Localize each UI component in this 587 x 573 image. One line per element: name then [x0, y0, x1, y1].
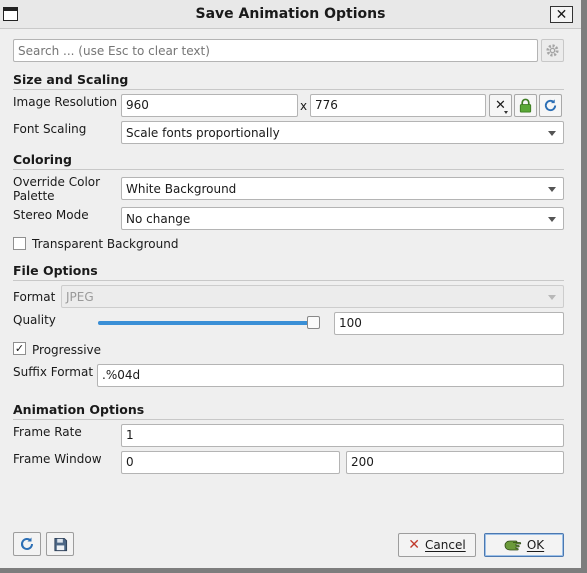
quality-slider-fill [98, 321, 320, 325]
chevron-down-icon [548, 131, 556, 136]
ok-button[interactable]: OK [484, 533, 564, 557]
frame-window-label: Frame Window [13, 452, 102, 466]
coloring-header: Coloring [13, 152, 564, 170]
ok-button-label: OK [526, 538, 545, 552]
file-options-header: File Options [13, 263, 564, 281]
frame-rate-input[interactable]: 1 [121, 424, 564, 447]
chevron-down-icon [548, 217, 556, 222]
color-palette-value: White Background [126, 182, 237, 196]
progressive-label: Progressive [32, 343, 102, 357]
refresh-icon [20, 537, 33, 550]
format-value: JPEG [66, 290, 94, 304]
cancel-icon: ✕ [408, 537, 421, 553]
refresh-resolution-button[interactable] [539, 94, 562, 117]
search-input[interactable] [13, 39, 538, 62]
quality-input[interactable]: 100 [334, 312, 564, 335]
dialog-title: Save Animation Options [195, 6, 386, 22]
refresh-icon [544, 99, 557, 112]
resolution-separator: x [300, 99, 308, 113]
floppy-disk-icon [53, 537, 67, 551]
image-height-input[interactable]: 776 [310, 94, 486, 117]
suffix-format-input[interactable]: .%04d [97, 364, 564, 387]
frame-rate-label: Frame Rate [13, 425, 82, 439]
override-color-palette-label: Override Color Palette [13, 175, 101, 203]
frame-window-start-input[interactable]: 0 [121, 451, 340, 474]
image-width-input[interactable]: 960 [121, 94, 298, 117]
close-icon: ✕ [555, 6, 568, 23]
quality-label: Quality [13, 313, 56, 327]
font-scaling-dropdown[interactable]: Scale fonts proportionally [121, 121, 564, 144]
font-scaling-value: Scale fonts proportionally [126, 126, 280, 140]
ok-hand-icon [504, 540, 521, 551]
font-scaling-label: Font Scaling [13, 122, 87, 136]
cancel-button-label: Cancel [425, 538, 466, 552]
cancel-button[interactable]: ✕ Cancel [398, 533, 476, 557]
format-label: Format [13, 290, 56, 304]
title-bar: Save Animation Options ✕ [0, 0, 581, 29]
transparent-background-label: Transparent Background [32, 237, 179, 251]
stereo-mode-label: Stereo Mode [13, 208, 89, 222]
quality-slider-handle[interactable] [307, 316, 320, 329]
format-dropdown[interactable]: JPEG [61, 285, 564, 308]
progressive-checkbox[interactable]: ✓ [13, 342, 26, 355]
gear-icon [546, 44, 559, 57]
chevron-down-icon [548, 295, 556, 300]
chevron-down-icon [548, 187, 556, 192]
lock-aspect-button[interactable] [514, 94, 537, 117]
dropdown-indicator-icon [504, 111, 508, 114]
image-resolution-label: Image Resolution [13, 95, 118, 109]
quality-slider-track[interactable] [98, 321, 320, 325]
lock-icon [519, 98, 532, 113]
stereo-mode-value: No change [126, 212, 191, 226]
search-settings-button[interactable] [541, 39, 564, 62]
suffix-format-label: Suffix Format [13, 365, 94, 379]
transparent-background-checkbox[interactable] [13, 237, 26, 250]
save-settings-button[interactable] [46, 532, 74, 556]
close-button[interactable]: ✕ [550, 6, 573, 23]
stereo-mode-dropdown[interactable]: No change [121, 207, 564, 230]
frame-window-end-input[interactable]: 200 [346, 451, 564, 474]
save-animation-options-dialog: Save Animation Options ✕ Size and Scalin… [0, 0, 587, 573]
color-palette-dropdown[interactable]: White Background [121, 177, 564, 200]
reset-defaults-button[interactable] [13, 532, 41, 556]
resolution-preset-button[interactable]: ✕ [489, 94, 512, 117]
size-scaling-header: Size and Scaling [13, 72, 564, 90]
animation-options-header: Animation Options [13, 402, 564, 420]
